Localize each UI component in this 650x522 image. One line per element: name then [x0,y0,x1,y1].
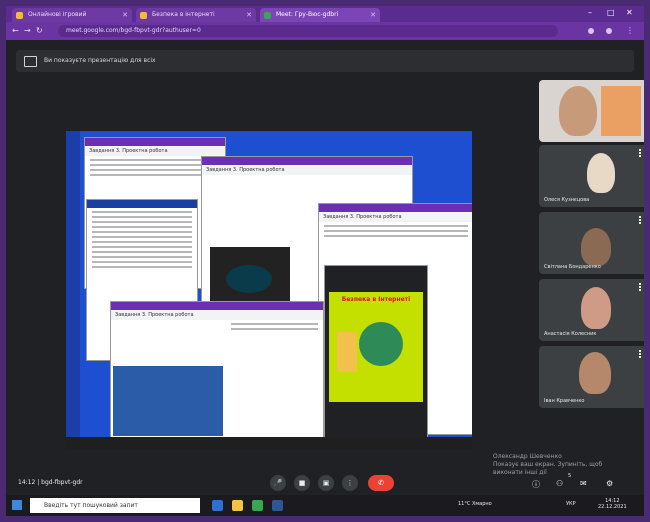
mic-button[interactable]: 🎤 [270,475,286,491]
presenting-banner: Ви показуєте презентацію для всіх [16,50,634,72]
shared-slide-window: Безпека в Інтернеті [324,265,428,443]
more-options-icon[interactable] [639,149,643,157]
more-options-icon[interactable] [639,350,643,358]
language-indicator[interactable]: УКР [566,501,576,507]
close-icon[interactable]: ✕ [122,8,128,22]
shared-window: Завдання 3. Проектна робота [110,301,324,438]
file-explorer-icon[interactable] [232,500,243,511]
close-icon[interactable]: ✕ [246,8,252,22]
participant-name: Олеся Кузнєцова [544,197,590,203]
more-options-icon[interactable] [639,283,643,291]
shared-desktop-icons [66,131,80,437]
participant-video [579,352,611,394]
meet-control-bar: 14:12 | bgd-fbpvt-gdr 🎤 ■ ▣ ⋮ ✆ ⓘ ⚇ 5 ✉ … [6,471,644,495]
tab-favicon-icon [264,12,271,19]
tab-label: Безпека в інтернеті [152,11,215,18]
shared-window-title: Завдання 3. Проектна робота [111,310,323,320]
forward-icon[interactable]: → [24,26,31,35]
shared-window-title: Завдання 3. Проектна робота [202,165,412,175]
taskbar-search-input[interactable]: Введіть тут пошуковий запит [30,498,200,513]
system-clock[interactable]: 14:12 22.12.2021 [598,498,627,510]
browser-tab-3[interactable]: Meet: Гру-Вюс-gdbri ✕ [260,8,380,22]
back-icon[interactable]: ← [12,26,19,35]
windows-start-icon[interactable] [12,500,22,510]
present-button[interactable]: ▣ [318,475,334,491]
info-icon[interactable]: ⓘ [532,479,540,490]
tab-favicon-icon [16,12,23,19]
tab-label: Онлайнові ігровий [28,11,87,18]
minimize-button[interactable]: – [588,8,592,17]
more-options-icon[interactable] [639,216,643,224]
extension-icon[interactable] [588,28,594,34]
shared-taskbar [66,437,472,449]
participant-tile[interactable]: Олеся Кузнєцова [539,145,644,207]
close-icon[interactable]: ✕ [370,8,376,22]
participant-tile[interactable]: Світлана Бондаренко [539,212,644,274]
more-options-button[interactable]: ⋮ [342,475,358,491]
caption-line: Олександр Шевченко [493,453,562,460]
participant-tile[interactable]: Іван Кравченко [539,346,644,408]
task-view-icon[interactable] [212,500,223,511]
meeting-code: bgd-fbpvt-gdr [41,479,83,486]
participant-name: Світлана Бондаренко [544,264,601,270]
camera-button[interactable]: ■ [294,475,310,491]
browser-address-bar: ← → ↻ meet.google.com/bgd-fbpvt-gdr?auth… [6,22,644,40]
participant-name: Анастасія Колесник [544,331,597,337]
reload-icon[interactable]: ↻ [36,26,43,35]
chat-icon[interactable]: ✉ [580,479,587,488]
browser-tab-1[interactable]: Онлайнові ігровий ✕ [12,8,132,22]
present-screen-icon [24,56,37,67]
shared-slide: Безпека в Інтернеті [329,292,423,402]
activities-icon[interactable]: ⚙ [606,479,613,488]
tab-favicon-icon [140,12,147,19]
slide-title: Безпека в Інтернеті [341,296,411,303]
presented-screen: Завдання 3. Проектна робота Завдання 3. … [66,131,472,449]
desktop-screen: Онлайнові ігровий ✕ Безпека в інтернеті … [6,6,644,516]
browser-tab-bar: Онлайнові ігровий ✕ Безпека в інтернеті … [6,6,644,22]
shared-window-title: Завдання 3. Проектна робота [85,146,225,156]
chrome-icon[interactable] [252,500,263,511]
close-window-button[interactable]: ✕ [626,8,633,17]
profile-icon[interactable] [606,28,612,34]
shared-image [113,366,223,436]
participant-video [587,153,615,193]
participant-tile[interactable] [539,80,644,142]
participant-tile[interactable]: Анастасія Колесник [539,279,644,341]
people-icon[interactable]: ⚇ [556,479,563,488]
end-call-button[interactable]: ✆ [368,475,394,491]
participant-video [559,86,597,136]
maximize-button[interactable]: □ [607,8,615,17]
participant-video [581,228,611,266]
word-icon[interactable] [272,500,283,511]
menu-icon[interactable]: ⋮ [626,26,634,35]
tab-label: Meet: Гру-Вюс-gdbri [276,11,339,18]
meeting-time: 14:12 | bgd-fbpvt-gdr [18,479,83,486]
caption-line: Показує ваш екран. Зупиніть, щоб [493,461,603,468]
people-count-badge: 5 [568,473,572,479]
participant-name: Іван Кравченко [544,398,585,404]
url-field[interactable]: meet.google.com/bgd-fbpvt-gdr?authuser=0 [58,25,558,37]
shared-window-title: Завдання 3. Проектна робота [319,212,472,222]
windows-taskbar: Введіть тут пошуковий запит 11°C Хмарно … [6,495,644,516]
weather-indicator[interactable]: 11°C Хмарно [458,501,492,507]
browser-tab-2[interactable]: Безпека в інтернеті ✕ [136,8,256,22]
participant-video [581,287,611,329]
banner-text: Ви показуєте презентацію для всіх [44,57,156,64]
